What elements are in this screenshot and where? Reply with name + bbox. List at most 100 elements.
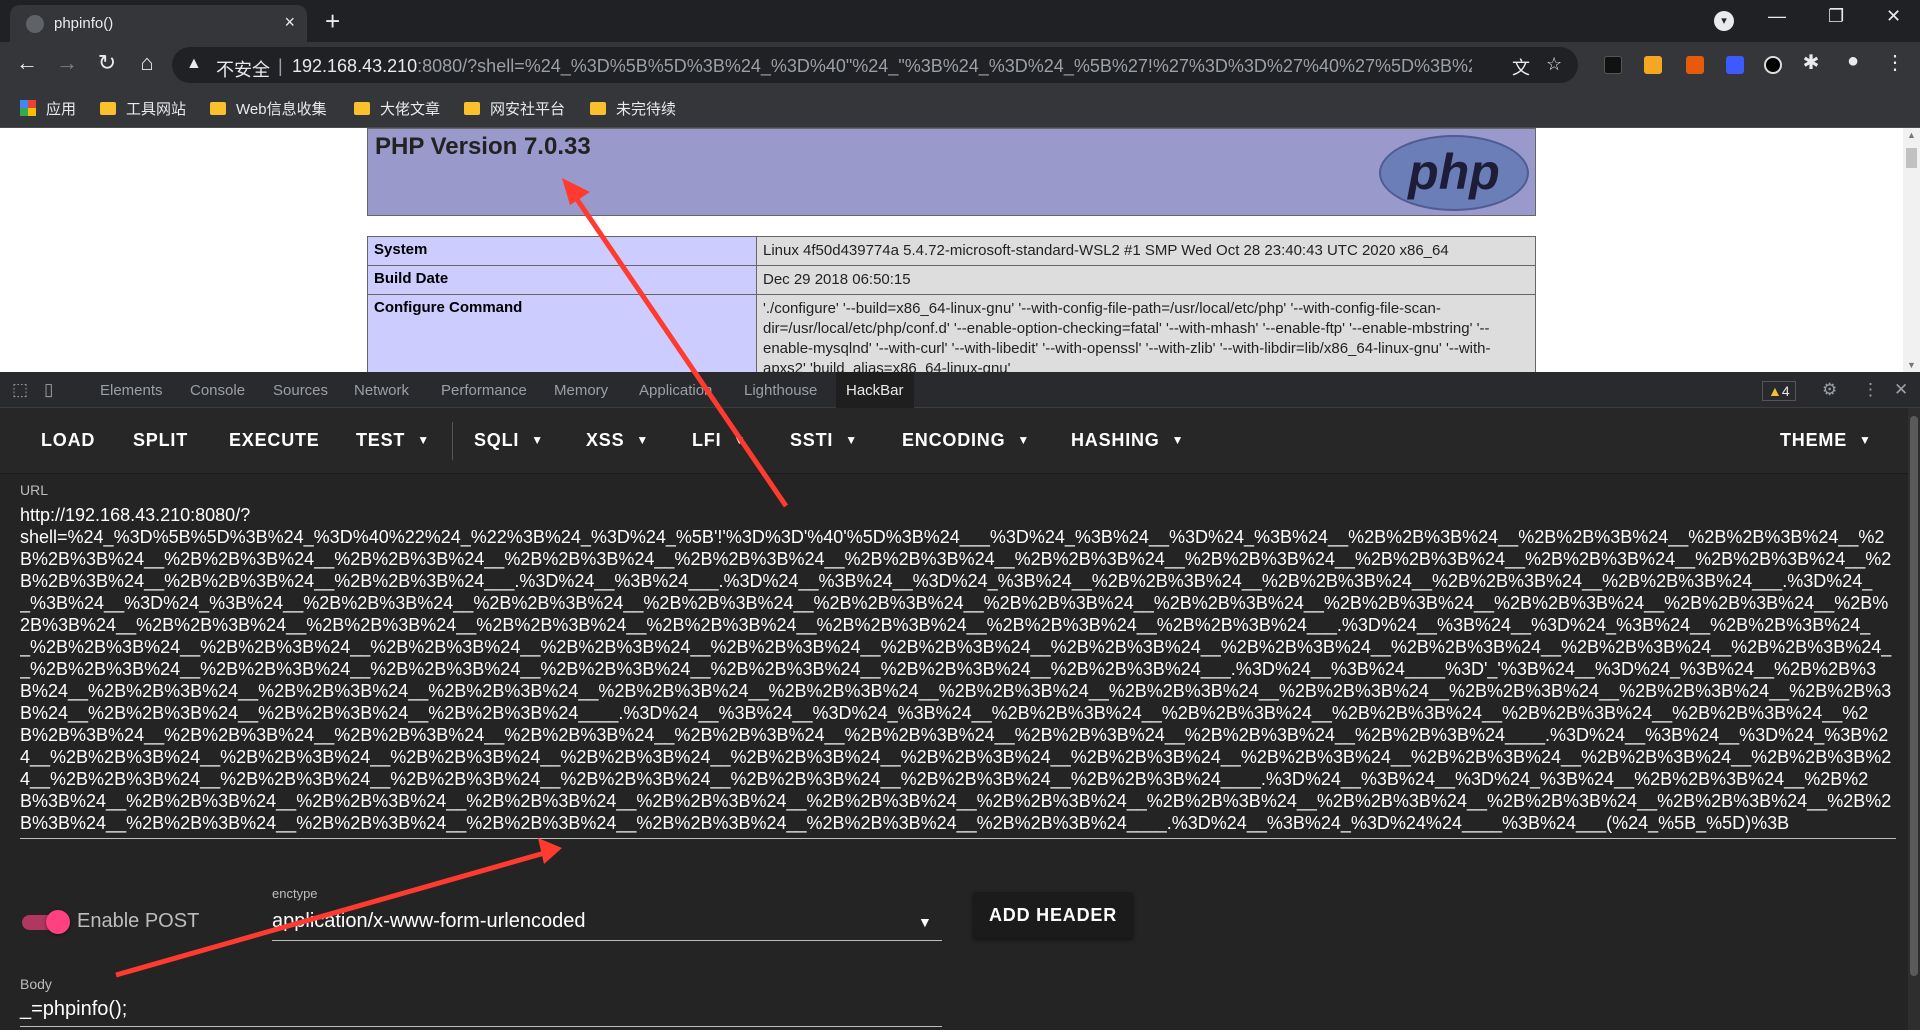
extension-icon[interactable]	[1604, 56, 1622, 74]
test-menu[interactable]: TEST ▼	[356, 430, 430, 451]
folder-icon	[590, 102, 606, 115]
url-label: URL	[20, 482, 49, 498]
dropdown-caret-icon: ▼	[845, 433, 858, 447]
add-header-button[interactable]: ADD HEADER	[973, 892, 1133, 938]
tab-search-icon[interactable]: ▾	[1714, 11, 1734, 31]
browser-tab[interactable]: phpinfo() ×	[10, 5, 307, 42]
table-key: Configure Command	[367, 294, 757, 372]
chevron-down-icon[interactable]: ▼	[918, 914, 932, 930]
page-scrollbar[interactable]: ▲ ▼	[1903, 128, 1920, 372]
enctype-label: enctype	[272, 886, 318, 901]
translate-icon[interactable]: 文	[1512, 54, 1530, 80]
tab-hackbar[interactable]: HackBar	[836, 372, 914, 408]
dropdown-caret-icon: ▼	[417, 433, 430, 447]
extension-icon[interactable]	[1764, 56, 1782, 74]
tab-network[interactable]: Network	[354, 382, 409, 399]
toggle-knob	[46, 910, 70, 934]
tab-memory[interactable]: Memory	[554, 382, 608, 399]
warnings-badge[interactable]: ▲4	[1762, 381, 1796, 401]
folder-icon	[100, 102, 116, 115]
bookmark-folder[interactable]: 网安社平台	[464, 98, 565, 119]
encoding-menu[interactable]: ENCODING ▼	[902, 430, 1030, 451]
scroll-down-icon[interactable]: ▼	[1907, 360, 1916, 370]
scrollbar-thumb[interactable]	[1906, 148, 1917, 168]
bookmark-apps[interactable]: 应用	[20, 98, 76, 119]
extension-icon[interactable]	[1726, 56, 1744, 74]
table-value: Linux 4f50d439774a 5.4.72-microsoft-stan…	[756, 236, 1536, 266]
tab-title: phpinfo()	[54, 15, 114, 32]
insecure-label[interactable]: 不安全	[216, 56, 270, 82]
device-toggle-icon[interactable]: ▯	[44, 380, 53, 400]
warning-icon[interactable]: ▲	[186, 55, 202, 73]
inspect-element-icon[interactable]: ⬚	[12, 380, 28, 400]
menu-label: THEME	[1780, 430, 1847, 450]
back-arrow-icon[interactable]: ←	[12, 50, 42, 76]
sqli-menu[interactable]: SQLI ▼	[474, 430, 544, 451]
load-button[interactable]: LOAD	[41, 430, 95, 451]
hashing-menu[interactable]: HASHING ▼	[1071, 430, 1184, 451]
extension-icon[interactable]	[1644, 56, 1662, 74]
tab-console[interactable]: Console	[190, 382, 245, 399]
lfi-menu[interactable]: LFI ▼	[692, 430, 746, 451]
dropdown-caret-icon: ▼	[531, 433, 544, 447]
xss-menu[interactable]: XSS ▼	[586, 430, 649, 451]
dropdown-caret-icon: ▼	[1859, 433, 1872, 447]
bookmark-folder[interactable]: Web信息收集	[210, 98, 327, 119]
title-bar: phpinfo() × + ▾ — ❐ ✕	[0, 0, 1920, 42]
tab-application[interactable]: Application	[639, 382, 712, 399]
devtools-panel: ⬚ ▯ Elements Console Sources Network Per…	[0, 372, 1920, 1030]
ssti-menu[interactable]: SSTI ▼	[790, 430, 858, 451]
hackbar-body: URL http://192.168.43.210:8080/? shell=%…	[0, 474, 1908, 1030]
new-tab-button[interactable]: +	[325, 6, 340, 37]
devtools-tab-bar: ⬚ ▯ Elements Console Sources Network Per…	[0, 372, 1920, 408]
scrollbar-thumb[interactable]	[1910, 416, 1918, 976]
home-icon[interactable]: ⌂	[132, 50, 162, 76]
php-info-table: System Linux 4f50d439774a 5.4.72-microso…	[367, 236, 1536, 372]
execute-button[interactable]: EXECUTE	[229, 430, 320, 451]
enctype-select[interactable]: application/x-www-form-urlencoded	[272, 910, 585, 933]
hackbar-scrollbar[interactable]	[1908, 408, 1920, 1030]
bookmark-folder[interactable]: 未完待续	[590, 98, 676, 119]
bookmark-label: 工具网站	[126, 101, 187, 118]
url-textarea[interactable]: http://192.168.43.210:8080/? shell=%24_%…	[20, 504, 1896, 856]
bookmark-star-icon[interactable]: ☆	[1546, 54, 1562, 75]
folder-icon	[210, 102, 226, 115]
minimize-button[interactable]: —	[1768, 6, 1786, 27]
split-button[interactable]: SPLIT	[133, 430, 188, 451]
menu-label: SSTI	[790, 430, 834, 450]
bookmark-label: 未完待续	[616, 101, 677, 118]
menu-divider	[452, 422, 453, 460]
enable-post-toggle[interactable]	[22, 910, 70, 934]
body-input[interactable]: _=phpinfo();	[20, 998, 127, 1021]
reload-icon[interactable]: ↻	[92, 50, 122, 76]
tab-sources[interactable]: Sources	[273, 382, 328, 399]
forward-arrow-icon[interactable]: →	[52, 50, 82, 76]
dropdown-caret-icon: ▼	[1017, 433, 1031, 447]
enable-post-label[interactable]: Enable POST	[77, 910, 199, 933]
warning-count: 4	[1781, 383, 1790, 399]
tab-performance[interactable]: Performance	[441, 382, 527, 399]
close-devtools-icon[interactable]: ✕	[1894, 380, 1908, 400]
maximize-button[interactable]: ❐	[1828, 6, 1844, 27]
more-options-icon[interactable]: ⋮	[1862, 380, 1879, 400]
tab-elements[interactable]: Elements	[100, 382, 163, 399]
theme-menu[interactable]: THEME ▼	[1780, 430, 1872, 451]
table-row: System Linux 4f50d439774a 5.4.72-microso…	[367, 236, 1536, 266]
tab-lighthouse[interactable]: Lighthouse	[744, 382, 817, 399]
extension-icon[interactable]	[1686, 56, 1704, 74]
address-bar[interactable]: ▲ 不安全 | 192.168.43.210:8080/?shell=%24_%…	[172, 47, 1578, 83]
bookmark-folder[interactable]: 大佬文章	[354, 98, 440, 119]
menu-label: TEST	[356, 430, 406, 450]
profile-icon[interactable]: ●	[1838, 50, 1868, 73]
close-window-button[interactable]: ✕	[1886, 6, 1901, 27]
enctype-underline	[272, 940, 942, 941]
tab-close-icon[interactable]: ×	[284, 12, 295, 33]
puzzle-icon[interactable]: ✱	[1796, 50, 1826, 75]
menu-label: LFI	[692, 430, 722, 450]
settings-gear-icon[interactable]: ⚙	[1822, 380, 1837, 400]
bookmark-label: Web信息收集	[236, 101, 327, 118]
scroll-up-icon[interactable]: ▲	[1907, 130, 1916, 140]
url-text[interactable]: 192.168.43.210:8080/?shell=%24_%3D%5B%5D…	[292, 56, 1472, 77]
menu-kebab-icon[interactable]: ⋮	[1880, 50, 1910, 75]
bookmark-folder[interactable]: 工具网站	[100, 98, 186, 119]
